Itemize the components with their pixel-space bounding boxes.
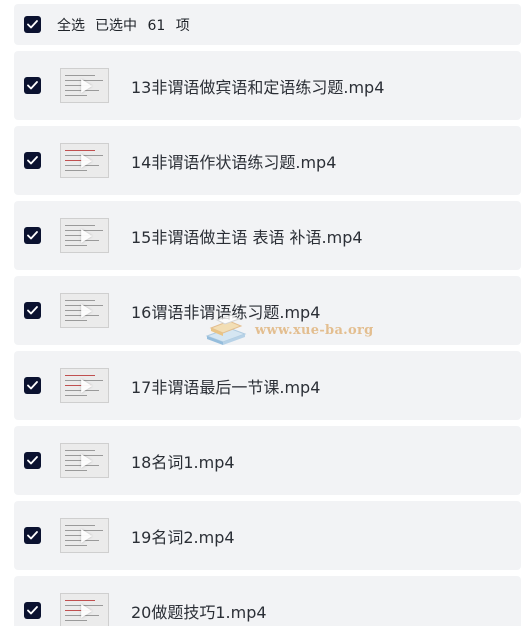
select-all-bar: 全选 已选中 61 项 (14, 4, 521, 45)
file-row[interactable]: 16谓语非谓语练习题.mp4 (14, 276, 521, 345)
selection-summary: 全选 已选中 61 项 (57, 15, 190, 35)
file-row[interactable]: 14非谓语作状语练习题.mp4 (14, 126, 521, 195)
video-thumbnail[interactable] (60, 68, 109, 103)
file-row[interactable]: 13非谓语做宾语和定语练习题.mp4 (14, 51, 521, 120)
video-thumbnail[interactable] (60, 368, 109, 403)
selected-suffix: 项 (175, 17, 190, 34)
checkmark-icon (27, 606, 38, 615)
video-thumbnail[interactable] (60, 218, 109, 253)
video-play-icon (80, 378, 92, 393)
selected-prefix: 已选中 (95, 17, 137, 34)
video-play-icon (80, 528, 92, 543)
checkmark-icon (27, 231, 38, 240)
file-checkbox[interactable] (24, 227, 41, 244)
video-play-icon (80, 153, 92, 168)
video-thumbnail[interactable] (60, 518, 109, 553)
file-list: 13非谓语做宾语和定语练习题.mp4 14非谓语作状语练习题.mp4 15非谓语做主… (14, 51, 521, 626)
checkmark-icon (27, 81, 38, 90)
file-checkbox[interactable] (24, 377, 41, 394)
video-thumbnail[interactable] (60, 593, 109, 626)
file-checkbox[interactable] (24, 452, 41, 469)
checkmark-icon (27, 20, 38, 29)
select-all-label[interactable]: 全选 (57, 15, 85, 35)
file-checkbox[interactable] (24, 152, 41, 169)
file-name: 16谓语非谓语练习题.mp4 (131, 302, 321, 322)
file-checkbox[interactable] (24, 302, 41, 319)
video-thumbnail[interactable] (60, 293, 109, 328)
file-name: 17非谓语最后一节课.mp4 (131, 377, 321, 397)
checkmark-icon (27, 306, 38, 315)
video-thumbnail[interactable] (60, 443, 109, 478)
selected-count: 61 (147, 17, 166, 34)
file-name: 13非谓语做宾语和定语练习题.mp4 (131, 77, 385, 97)
video-play-icon (80, 453, 92, 468)
video-thumbnail[interactable] (60, 143, 109, 178)
file-checkbox[interactable] (24, 602, 41, 619)
select-all-checkbox[interactable] (24, 16, 41, 33)
file-selection-page: 全选 已选中 61 项 13非谓语做宾语和定语练习题.mp4 14非谓语作状语练习… (0, 0, 521, 626)
file-name: 20做题技巧1.mp4 (131, 602, 267, 622)
file-row[interactable]: 18名词1.mp4 (14, 426, 521, 495)
file-checkbox[interactable] (24, 77, 41, 94)
video-play-icon (80, 78, 92, 93)
file-name: 14非谓语作状语练习题.mp4 (131, 152, 337, 172)
file-row[interactable]: 19名词2.mp4 (14, 501, 521, 570)
file-name: 18名词1.mp4 (131, 452, 235, 472)
file-row[interactable]: 15非谓语做主语 表语 补语.mp4 (14, 201, 521, 270)
file-row[interactable]: 20做题技巧1.mp4 (14, 576, 521, 626)
video-play-icon (80, 303, 92, 318)
file-row[interactable]: 17非谓语最后一节课.mp4 (14, 351, 521, 420)
checkmark-icon (27, 531, 38, 540)
checkmark-icon (27, 456, 38, 465)
file-name: 19名词2.mp4 (131, 527, 235, 547)
checkmark-icon (27, 156, 38, 165)
checkmark-icon (27, 381, 38, 390)
video-play-icon (80, 603, 92, 618)
video-play-icon (80, 228, 92, 243)
file-checkbox[interactable] (24, 527, 41, 544)
file-name: 15非谓语做主语 表语 补语.mp4 (131, 227, 363, 247)
